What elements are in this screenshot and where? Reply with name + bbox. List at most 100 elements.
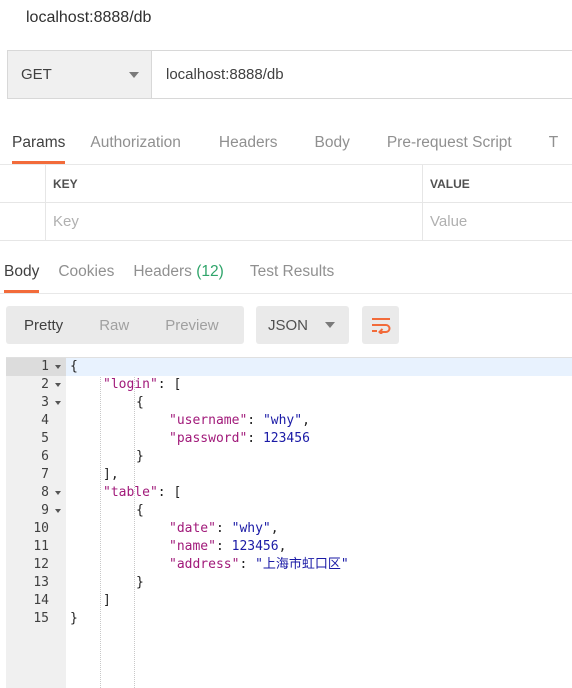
code-line: "table": [ [66, 484, 572, 502]
code-line: "password": 123456 [66, 430, 572, 448]
tab-response-headers[interactable]: Headers (12) [133, 263, 223, 293]
line-number-text: 14 [33, 593, 49, 608]
code-token: } [136, 449, 144, 464]
fold-arrow-icon[interactable] [55, 365, 61, 369]
code-line: "login": [ [66, 376, 572, 394]
code-token: : [215, 521, 232, 536]
code-line: } [66, 610, 572, 628]
method-select[interactable]: GET [8, 51, 152, 98]
raw-button[interactable]: Raw [81, 317, 147, 334]
code-token: , [302, 413, 310, 428]
code-token: "why" [231, 521, 271, 536]
tab-authorization[interactable]: Authorization [90, 134, 180, 164]
request-title-bar: localhost:8888/db [0, 0, 572, 38]
line-number: 11 [6, 538, 66, 556]
fold-arrow-icon[interactable] [55, 491, 61, 495]
pretty-button[interactable]: Pretty [6, 317, 81, 334]
tab-cookies[interactable]: Cookies [58, 263, 114, 293]
url-input[interactable] [152, 51, 572, 98]
line-number-text: 2 [41, 377, 49, 392]
code-token: "login" [103, 377, 158, 392]
tab-pre-request-script[interactable]: Pre-request Script [387, 134, 512, 164]
line-number: 7 [6, 466, 66, 484]
fold-arrow-icon[interactable] [55, 509, 61, 513]
wrap-lines-icon [371, 318, 390, 334]
code-token: , [278, 539, 287, 554]
code-token: "上海市虹口区" [255, 557, 349, 572]
code-token: : [239, 557, 256, 572]
line-number-text: 13 [33, 575, 49, 590]
line-number-text: 12 [33, 557, 49, 572]
code-token: "username" [169, 413, 248, 428]
line-number-text: 3 [41, 395, 49, 410]
code-line: "address": "上海市虹口区" [66, 556, 572, 574]
line-number-text: 6 [41, 449, 49, 464]
code-token: : [215, 539, 232, 554]
params-table: KEY VALUE Key Value [0, 165, 572, 241]
code-token: "date" [169, 521, 216, 536]
chevron-down-icon [129, 71, 139, 78]
value-column-header: VALUE [430, 176, 470, 191]
code-token: "name" [169, 539, 216, 554]
code-token: { [136, 503, 144, 518]
line-number: 4 [6, 412, 66, 430]
line-number-text: 10 [33, 521, 49, 536]
line-number-text: 1 [41, 359, 49, 374]
headers-count-badge: (12) [196, 263, 224, 280]
request-tabs: Params Authorization Headers Body Pre-re… [0, 120, 572, 165]
param-value-input[interactable]: Value [423, 203, 572, 240]
tab-response-body[interactable]: Body [4, 263, 40, 293]
line-number-text: 15 [33, 611, 49, 626]
code-line: { [66, 394, 572, 412]
line-number: 8 [6, 484, 66, 502]
line-number-text: 8 [41, 485, 49, 500]
line-number: 6 [6, 448, 66, 466]
code-line: "date": "why", [66, 520, 572, 538]
code-line: ], [66, 466, 572, 484]
preview-button[interactable]: Preview [147, 317, 236, 334]
code-line: "username": "why", [66, 412, 572, 430]
line-number: 15 [6, 610, 66, 628]
params-checkbox-column [0, 165, 46, 202]
tab-headers[interactable]: Headers [219, 134, 278, 164]
code-token: : [ [157, 377, 182, 392]
tab-body[interactable]: Body [314, 134, 349, 164]
line-number: 13 [6, 574, 66, 592]
request-title: localhost:8888/db [26, 9, 152, 26]
tab-test-results[interactable]: Test Results [250, 263, 334, 293]
code-area[interactable]: {"login": [{"username": "why", "password"… [66, 358, 572, 688]
code-token: : [ [157, 485, 182, 500]
format-label: JSON [268, 316, 309, 334]
code-token: 123456 [231, 539, 279, 554]
method-label: GET [21, 66, 52, 83]
code-token: : [247, 413, 263, 428]
tab-params[interactable]: Params [12, 134, 66, 164]
key-column-header: KEY [46, 165, 423, 202]
params-row-checkbox[interactable] [0, 203, 46, 240]
code-line: "name": 123456, [66, 538, 572, 556]
tab-tests[interactable]: T [549, 134, 558, 164]
code-token: { [136, 395, 144, 410]
line-number: 12 [6, 556, 66, 574]
code-token: "table" [103, 485, 158, 500]
response-editor[interactable]: 1 2 3 4 5 6 7 8 9 10 11 12 13 14 15 {"login": [{"usern… [6, 357, 572, 688]
line-number: 9 [6, 502, 66, 520]
fold-arrow-icon[interactable] [55, 383, 61, 387]
wrap-lines-button[interactable] [362, 306, 399, 344]
chevron-down-icon [325, 322, 335, 328]
request-bar: GET [7, 50, 572, 99]
param-key-input[interactable]: Key [46, 203, 423, 240]
line-number-text: 9 [41, 503, 49, 518]
code-line: { [66, 358, 572, 376]
code-token: { [70, 359, 78, 374]
format-select[interactable]: JSON [256, 306, 349, 344]
line-number: 2 [6, 376, 66, 394]
params-header-row: KEY VALUE [0, 165, 572, 203]
code-line: } [66, 574, 572, 592]
code-token: , [270, 521, 279, 536]
fold-arrow-icon[interactable] [55, 401, 61, 405]
line-number-text: 7 [41, 467, 49, 482]
line-number-text: 5 [41, 431, 49, 446]
code-line: ] [66, 592, 572, 610]
line-number-text: 4 [41, 413, 49, 428]
